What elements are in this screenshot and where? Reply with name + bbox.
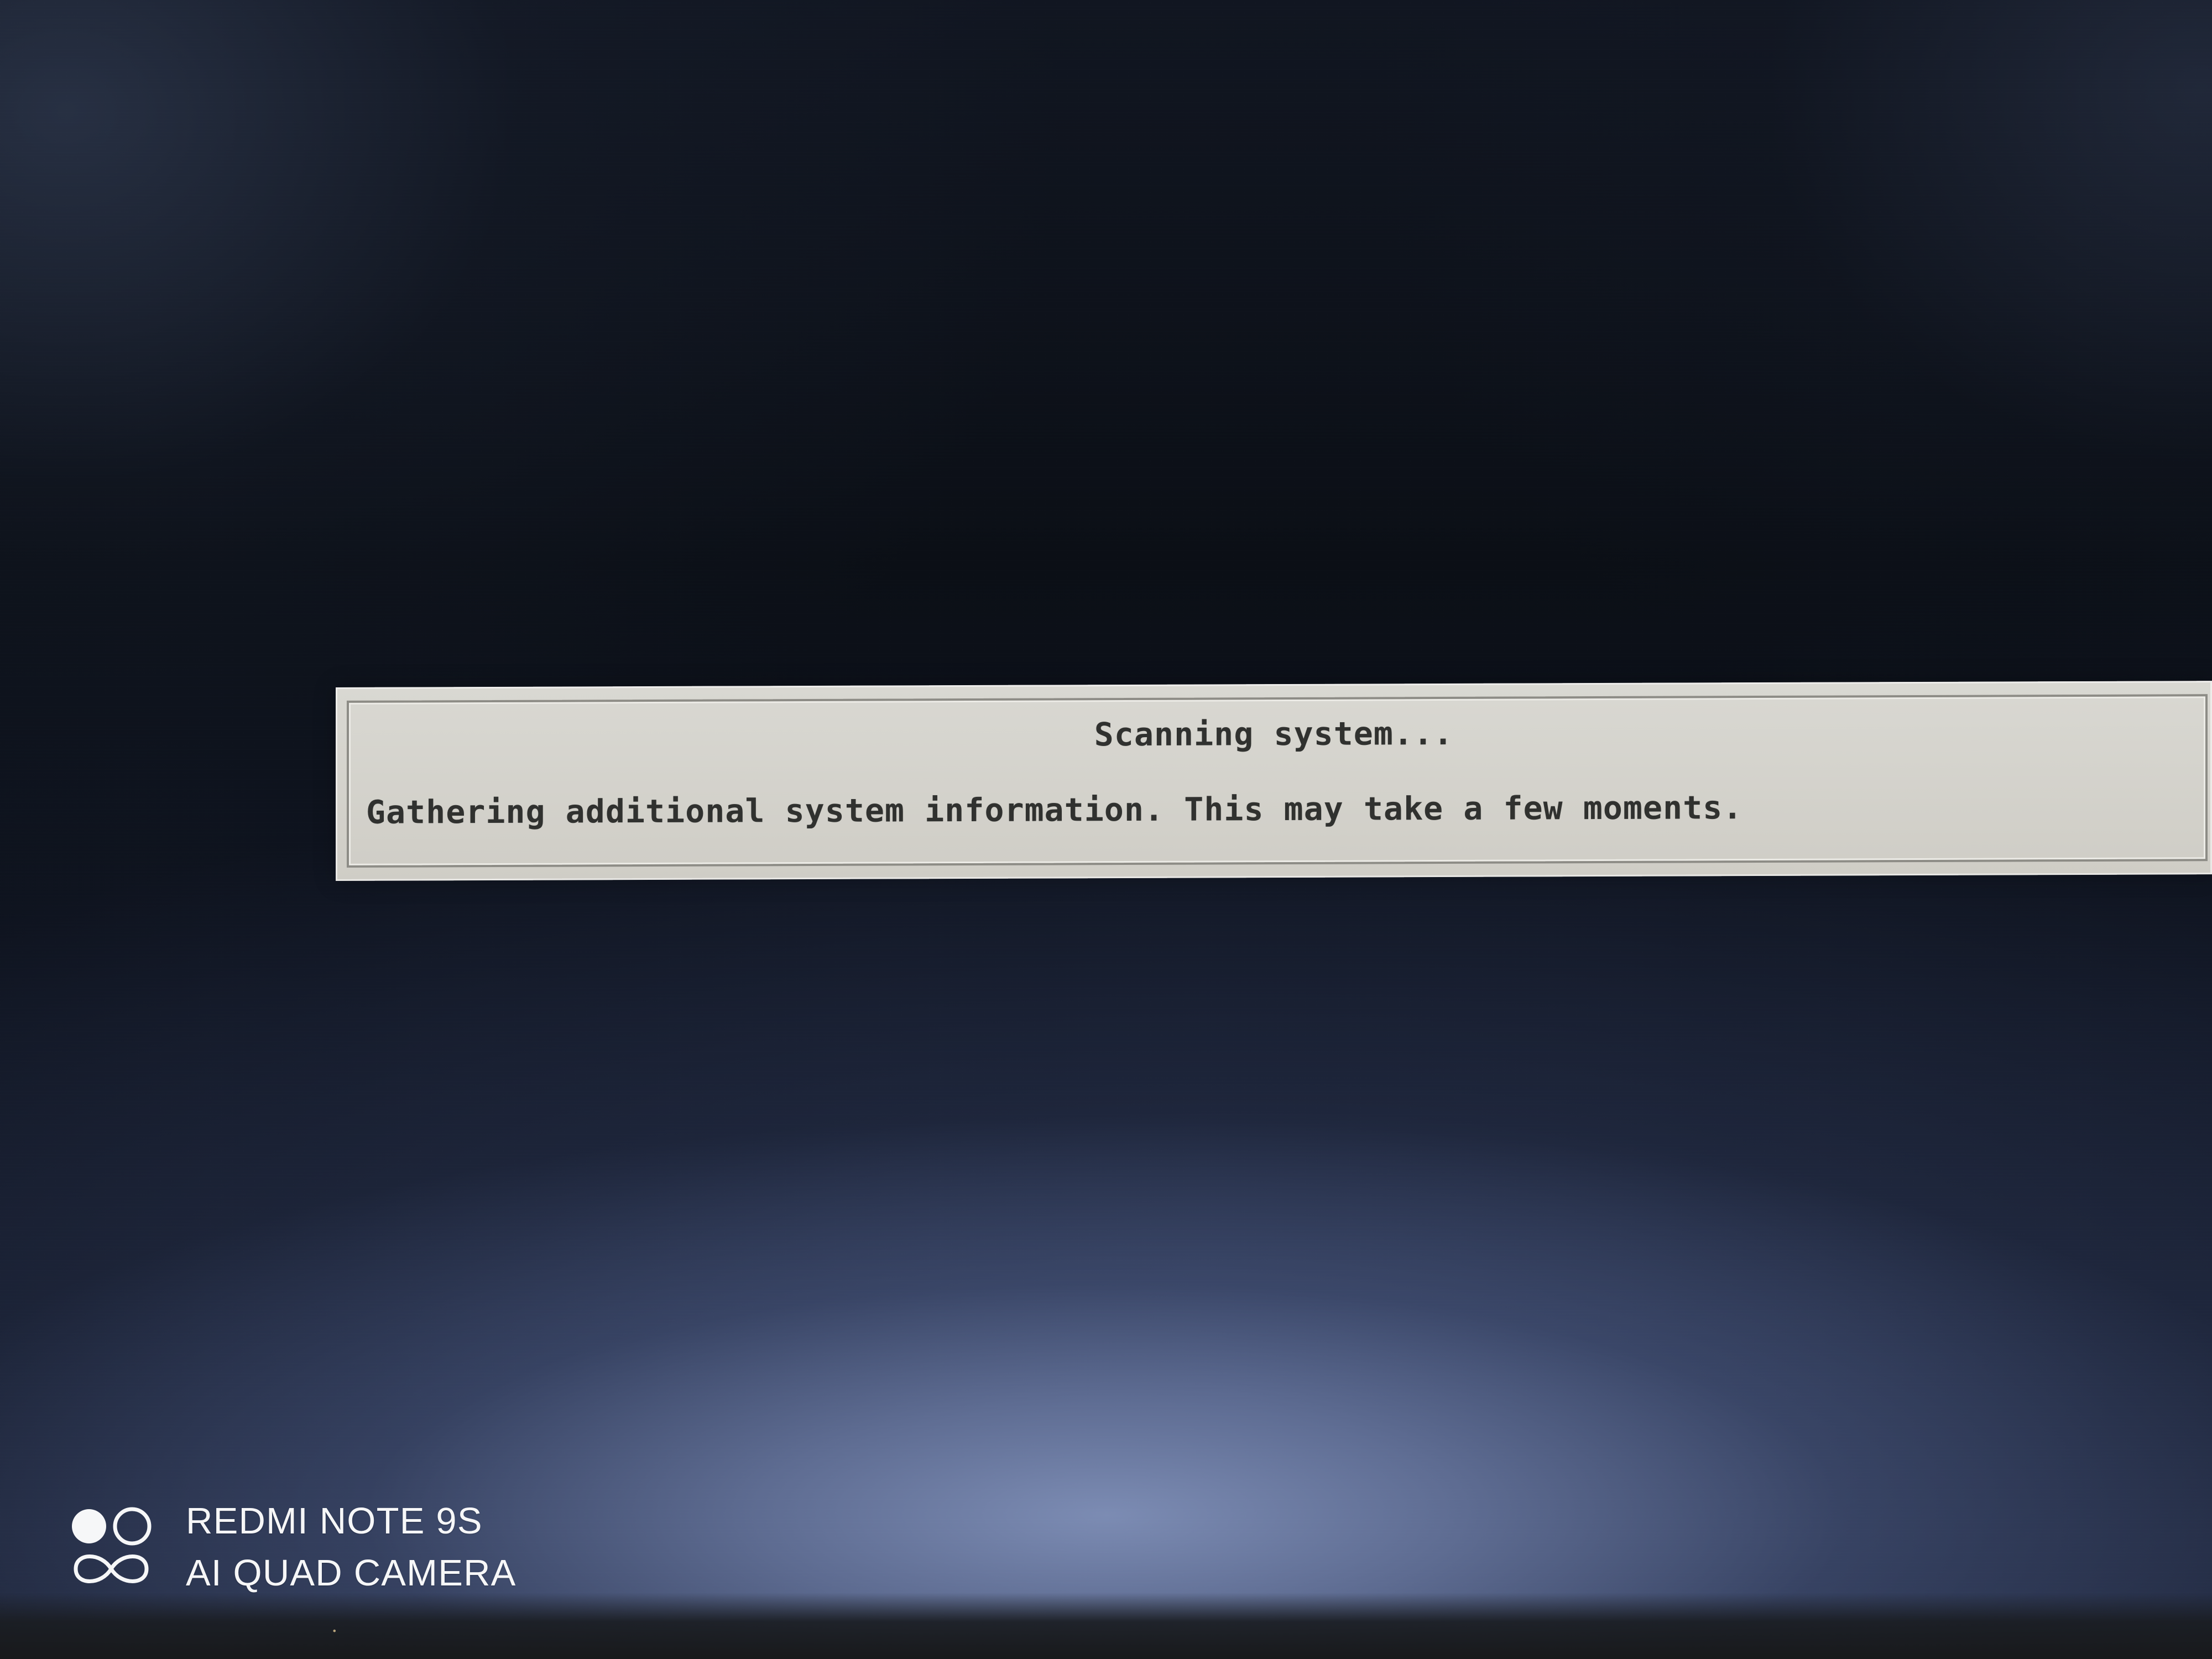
camera-watermark: REDMI NOTE 9S AI QUAD CAMERA bbox=[71, 1495, 535, 1600]
installer-screen: Scanning system... Gathering additional … bbox=[0, 0, 2212, 1659]
scanning-system-dialog: Scanning system... Gathering additional … bbox=[336, 681, 2212, 881]
watermark-device-name: REDMI NOTE 9S bbox=[186, 1500, 483, 1542]
dialog-message: Gathering additional system information.… bbox=[366, 789, 1743, 831]
dialog-title: Scanning system... bbox=[1094, 714, 1454, 754]
watermark-text: REDMI NOTE 9S AI QUAD CAMERA bbox=[186, 1495, 517, 1599]
watermark-camera-label: AI QUAD CAMERA bbox=[186, 1552, 517, 1594]
redmi-camera-logo-icon bbox=[72, 1507, 152, 1583]
